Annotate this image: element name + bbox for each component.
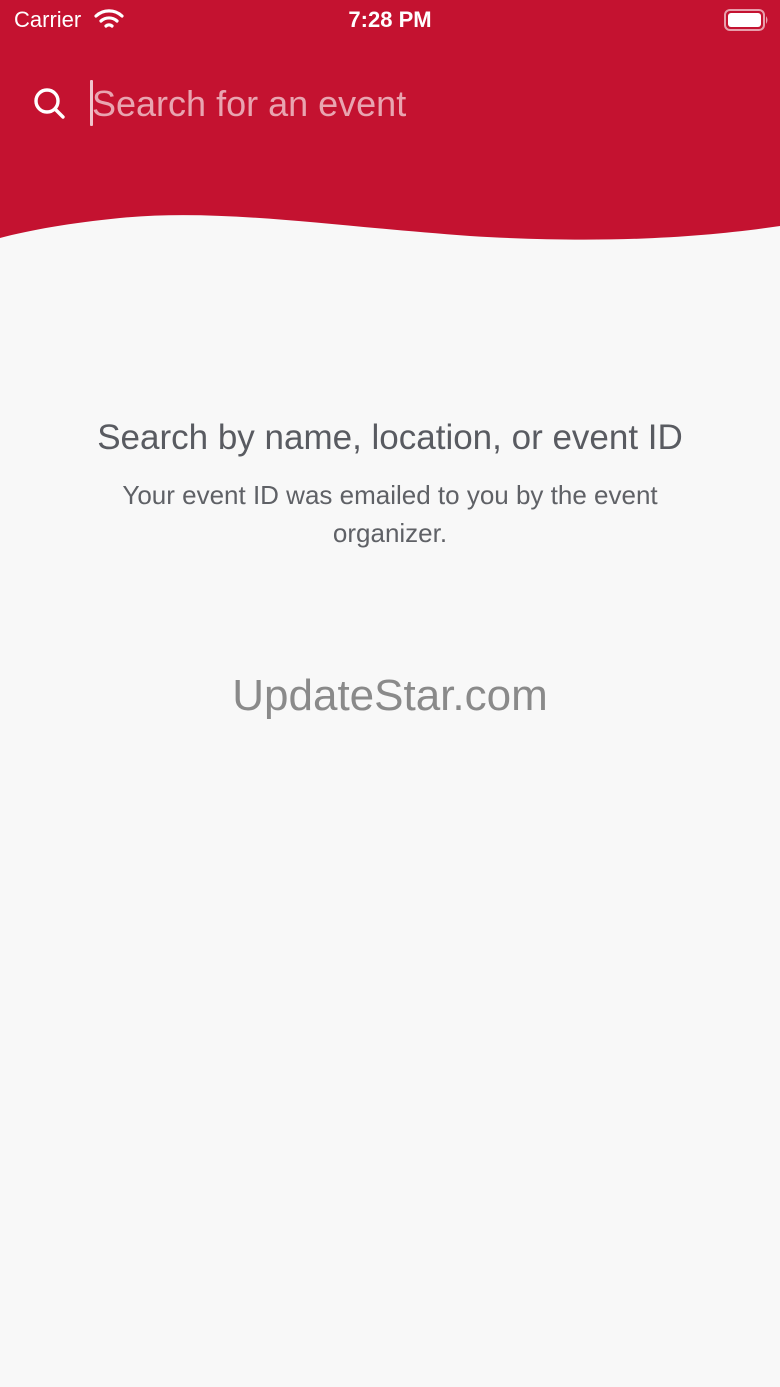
empty-state: Search by name, location, or event ID Yo… [90, 414, 690, 552]
status-bar: Carrier 7:28 PM [0, 0, 780, 40]
empty-state-title: Search by name, location, or event ID [97, 418, 683, 457]
search-bar[interactable] [0, 72, 780, 136]
battery-full-icon [724, 9, 770, 31]
status-time: 7:28 PM [348, 7, 432, 32]
empty-state-subtitle: Your event ID was emailed to you by the … [122, 480, 658, 548]
search-icon [32, 86, 68, 122]
text-cursor [90, 80, 93, 126]
search-input[interactable] [88, 78, 752, 130]
header: Carrier 7:28 PM [0, 0, 780, 245]
watermark-text: UpdateStar.com [232, 671, 548, 720]
